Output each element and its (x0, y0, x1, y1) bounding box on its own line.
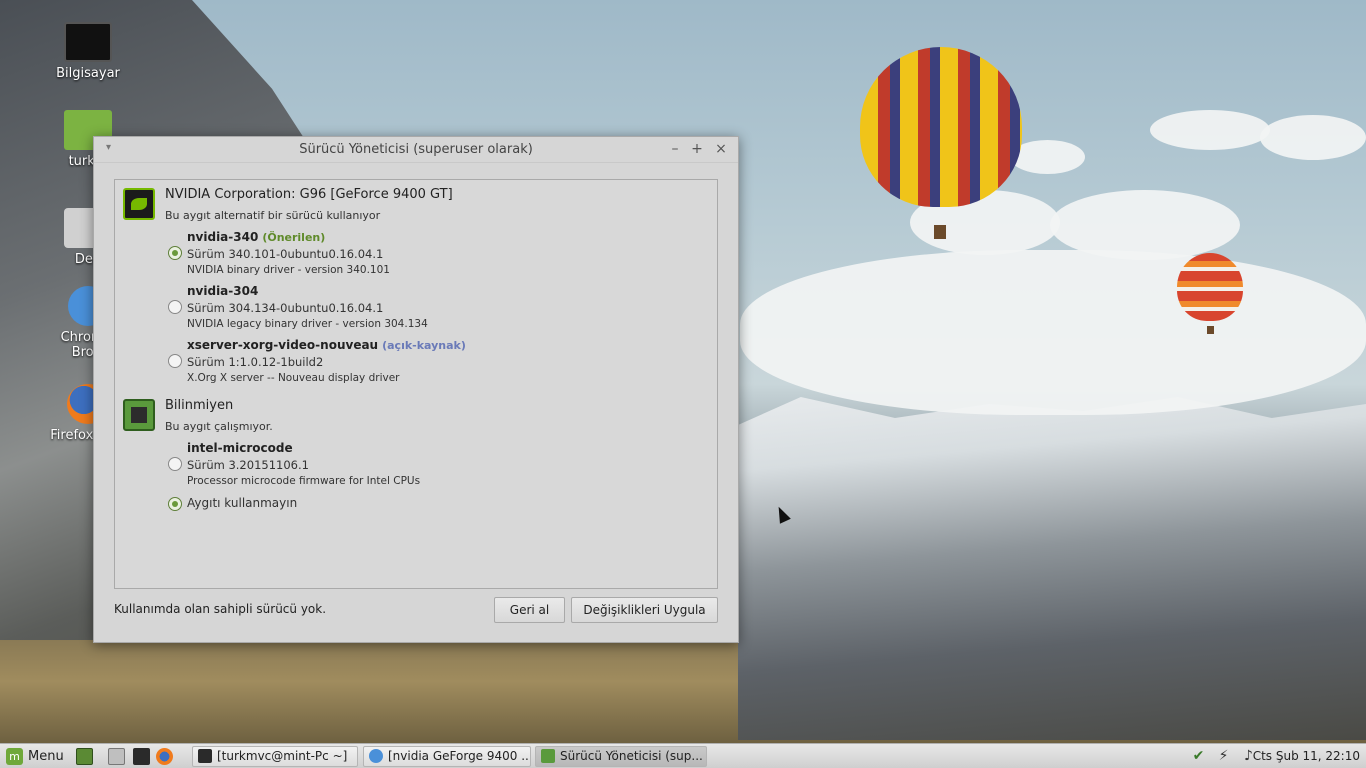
status-message: Kullanımda olan sahipli sürücü yok. (114, 602, 327, 616)
wallpaper-balloon-basket (934, 225, 946, 239)
device-title: NVIDIA Corporation: G96 [GeForce 9400 GT… (165, 187, 453, 202)
menu-label: Menu (28, 749, 64, 764)
driver-name: nvidia-304 (187, 284, 259, 298)
wallpaper-balloon (1177, 253, 1243, 321)
shield-icon[interactable]: ✔ (1190, 748, 1207, 765)
driver-radio-intel-microcode[interactable] (168, 457, 182, 471)
driver-list: NVIDIA Corporation: G96 [GeForce 9400 GT… (114, 179, 718, 589)
driver-name: nvidia-340 (Önerilen) (187, 230, 325, 244)
revert-button[interactable]: Geri al (494, 597, 565, 623)
driver-radio-nvidia-304[interactable] (168, 300, 182, 314)
driver-version: Sürüm 340.101-0ubuntu0.16.04.1 (187, 247, 384, 261)
desktop-icon-computer[interactable]: Bilgisayar (38, 22, 138, 81)
wallpaper-cloud (740, 250, 1366, 415)
task-label: [nvidia GeForge 9400 ... (388, 749, 531, 763)
task-label: [turkmvc@mint-Pc ~] (217, 749, 348, 763)
desktop-icon-label: Bilgisayar (56, 66, 120, 81)
driver-version: Sürüm 3.20151106.1 (187, 458, 309, 472)
driver-description: X.Org X server -- Nouveau display driver (187, 372, 400, 384)
task-browser[interactable]: [nvidia GeForge 9400 ... (363, 746, 531, 767)
device-status: Bu aygıt çalışmıyor. (165, 420, 273, 433)
apply-changes-button[interactable]: Değişiklikleri Uygula (571, 597, 718, 623)
file-manager-icon[interactable] (108, 748, 125, 765)
wallpaper-mountain-right (738, 397, 1366, 740)
show-desktop-icon[interactable] (76, 748, 93, 765)
driver-version: Sürüm 1:1.0.12-1build2 (187, 355, 324, 369)
driver-description: NVIDIA binary driver - version 340.101 (187, 264, 390, 276)
driver-name: xserver-xorg-video-nouveau (açık-kaynak) (187, 338, 466, 352)
close-button[interactable]: × (712, 140, 730, 158)
driver-description: NVIDIA legacy binary driver - version 30… (187, 318, 428, 330)
disable-device-label[interactable]: Aygıtı kullanmayın (187, 496, 297, 510)
minimize-button[interactable]: – (666, 140, 684, 158)
terminal-icon (198, 749, 212, 763)
nvidia-device-icon (123, 188, 155, 220)
driver-name-text: xserver-xorg-video-nouveau (187, 338, 379, 352)
menu-button[interactable]: m Menu (6, 748, 64, 765)
chip-device-icon (123, 399, 155, 431)
window-title: Sürücü Yöneticisi (superuser olarak) (299, 142, 533, 157)
wallpaper-balloon-basket (1207, 326, 1214, 334)
task-driver-manager[interactable]: Sürücü Yöneticisi (sup... (535, 746, 707, 767)
mint-logo-icon: m (6, 748, 23, 765)
driver-radio-nouveau[interactable] (168, 354, 182, 368)
device-status: Bu aygıt alternatif bir sürücü kullanıyo… (165, 209, 381, 222)
open-source-tag: (açık-kaynak) (382, 339, 466, 352)
taskbar: m Menu [turkmvc@mint-Pc ~] [nvidia GeFor… (0, 743, 1366, 768)
chromium-icon (369, 749, 383, 763)
firefox-launcher-icon[interactable] (156, 748, 173, 765)
driver-name-text: nvidia-340 (187, 230, 259, 244)
computer-icon (64, 22, 112, 62)
driver-manager-window: ▾ Sürücü Yöneticisi (superuser olarak) –… (93, 136, 739, 643)
wallpaper-balloon (860, 47, 1022, 207)
radio-disable-device[interactable] (168, 497, 182, 511)
device-title: Bilinmiyen (165, 398, 234, 413)
terminal-icon[interactable] (133, 748, 150, 765)
wallpaper-cloud (1260, 115, 1366, 160)
window-titlebar[interactable]: ▾ Sürücü Yöneticisi (superuser olarak) –… (94, 137, 738, 163)
driver-version: Sürüm 304.134-0ubuntu0.16.04.1 (187, 301, 384, 315)
maximize-button[interactable]: + (688, 140, 706, 158)
driver-radio-nvidia-340[interactable] (168, 246, 182, 260)
task-label: Sürücü Yöneticisi (sup... (560, 749, 703, 763)
driver-manager-icon (541, 749, 555, 763)
driver-description: Processor microcode firmware for Intel C… (187, 475, 421, 487)
driver-name: intel-microcode (187, 441, 293, 455)
wallpaper-cloud (1150, 110, 1270, 150)
clock[interactable]: Cts Şub 11, 22:10 (1253, 748, 1360, 765)
task-terminal[interactable]: [turkmvc@mint-Pc ~] (192, 746, 358, 767)
network-icon[interactable]: ⚡ (1215, 748, 1232, 765)
recommended-tag: (Önerilen) (262, 231, 326, 244)
